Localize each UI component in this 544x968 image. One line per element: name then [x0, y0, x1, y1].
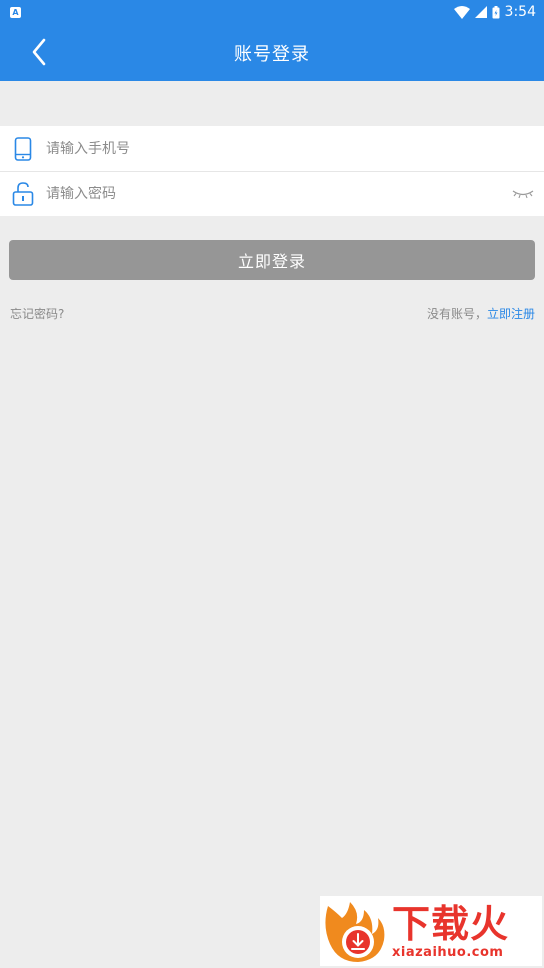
- app-bar: 账号登录: [0, 24, 544, 81]
- phone-input[interactable]: [46, 140, 466, 157]
- wifi-icon: [453, 5, 470, 19]
- status-right: 3:54: [453, 4, 536, 20]
- watermark: 下载火 xiazaihuo.com: [320, 896, 542, 966]
- login-form: [0, 126, 544, 216]
- flame-logo-icon: [325, 902, 385, 962]
- eye-closed-icon[interactable]: [512, 187, 534, 201]
- status-left: A: [10, 6, 21, 18]
- watermark-cn: 下载火: [392, 902, 510, 946]
- page-title: 账号登录: [234, 43, 310, 65]
- phone-icon: [12, 136, 34, 162]
- chevron-left-icon: [32, 38, 46, 66]
- password-row: [0, 171, 544, 216]
- watermark-text: 下载火 xiazaihuo.com: [392, 902, 509, 960]
- register-link[interactable]: 立即注册: [487, 307, 535, 321]
- password-input[interactable]: [46, 186, 466, 202]
- phone-row: [0, 126, 544, 171]
- forgot-password-link[interactable]: 忘记密码?: [10, 305, 64, 322]
- status-time: 3:54: [504, 4, 536, 20]
- notification-icon: A: [10, 6, 21, 18]
- status-bar: A 3:54: [0, 0, 544, 24]
- login-button[interactable]: 立即登录: [9, 240, 535, 280]
- watermark-en: xiazaihuo.com: [392, 945, 504, 960]
- unlock-icon: [12, 181, 34, 207]
- signal-icon: [474, 6, 487, 18]
- back-button[interactable]: [24, 36, 54, 68]
- battery-icon: [492, 5, 500, 18]
- no-account-text: 没有账号，: [426, 307, 487, 321]
- register-prompt: 没有账号，立即注册: [427, 305, 535, 322]
